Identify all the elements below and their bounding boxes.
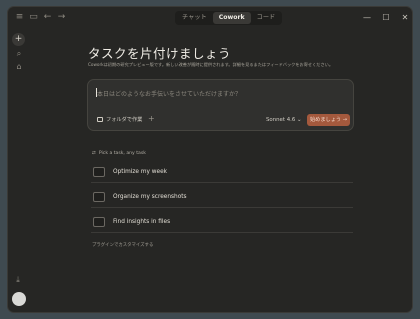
page-subtitle: Coworkは初期の研究プレビュー版です。新しい改善が随時に提供されます。詳細を… bbox=[88, 62, 334, 67]
document-icon bbox=[93, 216, 105, 227]
tab-cowork[interactable]: Cowork bbox=[212, 12, 251, 24]
mode-switcher: チャット Cowork コード bbox=[175, 11, 283, 25]
search-icon[interactable]: ⌕ bbox=[13, 48, 25, 60]
tab-chat[interactable]: チャット bbox=[176, 12, 213, 24]
folder-icon bbox=[93, 191, 105, 202]
folder-icon bbox=[97, 117, 103, 122]
forward-arrow-icon[interactable]: → bbox=[55, 11, 68, 24]
pick-task-text: Pick a task, any task bbox=[98, 151, 146, 156]
title-bar: ≡ ▭ ← → チャット Cowork コード — ☐ ✕ bbox=[8, 7, 412, 29]
start-button[interactable]: 始めましょう → bbox=[307, 114, 350, 126]
app-window: ≡ ▭ ← → チャット Cowork コード — ☐ ✕ + ⌕ ⌂ ⤓ タス… bbox=[7, 6, 413, 313]
task-label: Optimize my week bbox=[113, 168, 167, 175]
maximize-button[interactable]: ☐ bbox=[379, 11, 393, 24]
work-in-folder-label: フォルダで作業 bbox=[106, 117, 143, 123]
avatar[interactable] bbox=[12, 292, 26, 306]
work-in-folder-button[interactable]: フォルダで作業 bbox=[97, 116, 142, 123]
customize-plugins-link[interactable]: プラグインでカスタマイズする bbox=[92, 242, 153, 248]
model-name: Sonnet 4.6 bbox=[266, 117, 296, 123]
back-arrow-icon[interactable]: ← bbox=[41, 11, 54, 24]
prompt-input[interactable]: 本日はどのようなお手伝いをさせていただけますか？ bbox=[97, 89, 241, 98]
tab-code[interactable]: コード bbox=[251, 12, 282, 24]
task-organize-screenshots[interactable]: Organize my screenshots bbox=[91, 186, 353, 208]
briefcase-icon[interactable]: ⌂ bbox=[13, 61, 25, 73]
task-optimize-week[interactable]: Optimize my week bbox=[91, 161, 353, 183]
minimize-button[interactable]: — bbox=[360, 11, 374, 24]
model-selector[interactable]: Sonnet 4.6 ⌄ bbox=[266, 117, 302, 123]
shuffle-icon: ⇄ bbox=[92, 151, 96, 156]
chevron-down-icon: ⌄ bbox=[297, 117, 302, 123]
task-find-insights[interactable]: Find insights in files bbox=[91, 211, 353, 233]
task-label: Organize my screenshots bbox=[113, 193, 187, 200]
download-icon[interactable]: ⤓ bbox=[13, 275, 23, 285]
prompt-composer[interactable]: 本日はどのようなお手伝いをさせていただけますか？ フォルダで作業 + Sonne… bbox=[87, 79, 354, 131]
task-label: Find insights in files bbox=[113, 218, 171, 225]
menu-icon[interactable]: ≡ bbox=[13, 11, 26, 24]
new-task-button[interactable]: + bbox=[12, 33, 25, 46]
close-button[interactable]: ✕ bbox=[398, 11, 412, 24]
calendar-icon bbox=[93, 166, 105, 177]
page-title: タスクを片付けましょう bbox=[88, 46, 232, 61]
add-attachment-button[interactable]: + bbox=[148, 114, 155, 123]
sidebar-toggle-icon[interactable]: ▭ bbox=[27, 11, 40, 24]
pick-task-label: ⇄ Pick a task, any task bbox=[92, 151, 146, 156]
